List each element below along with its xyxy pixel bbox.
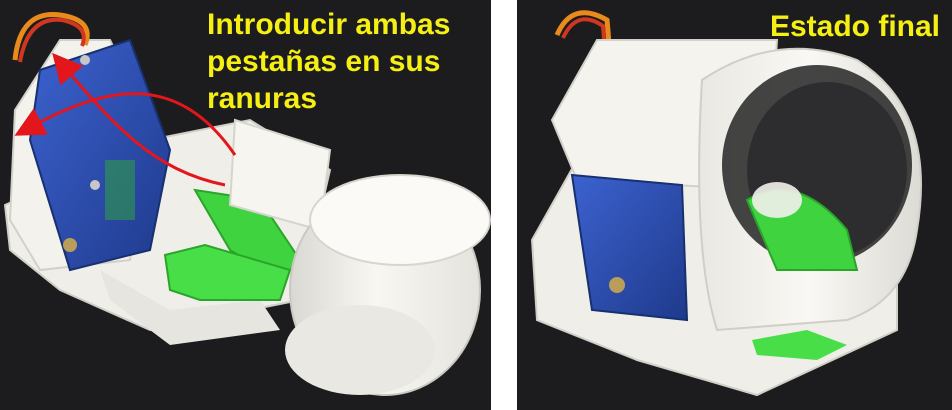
assembly-illustration-right <box>530 10 922 397</box>
instruction-caption: Introducir ambas pestañas en sus ranuras <box>207 6 450 117</box>
result-caption: Estado final <box>770 8 940 45</box>
caption-line-2: pestañas en sus <box>207 45 441 78</box>
caption-line-3: ranuras <box>207 82 318 115</box>
result-caption-line-1: Estado final <box>769 10 940 43</box>
right-photo: Estado final <box>517 0 952 410</box>
left-photo: Introducir ambas pestañas en sus ranuras <box>0 0 491 410</box>
caption-line-1: Introducir ambas <box>207 8 451 41</box>
